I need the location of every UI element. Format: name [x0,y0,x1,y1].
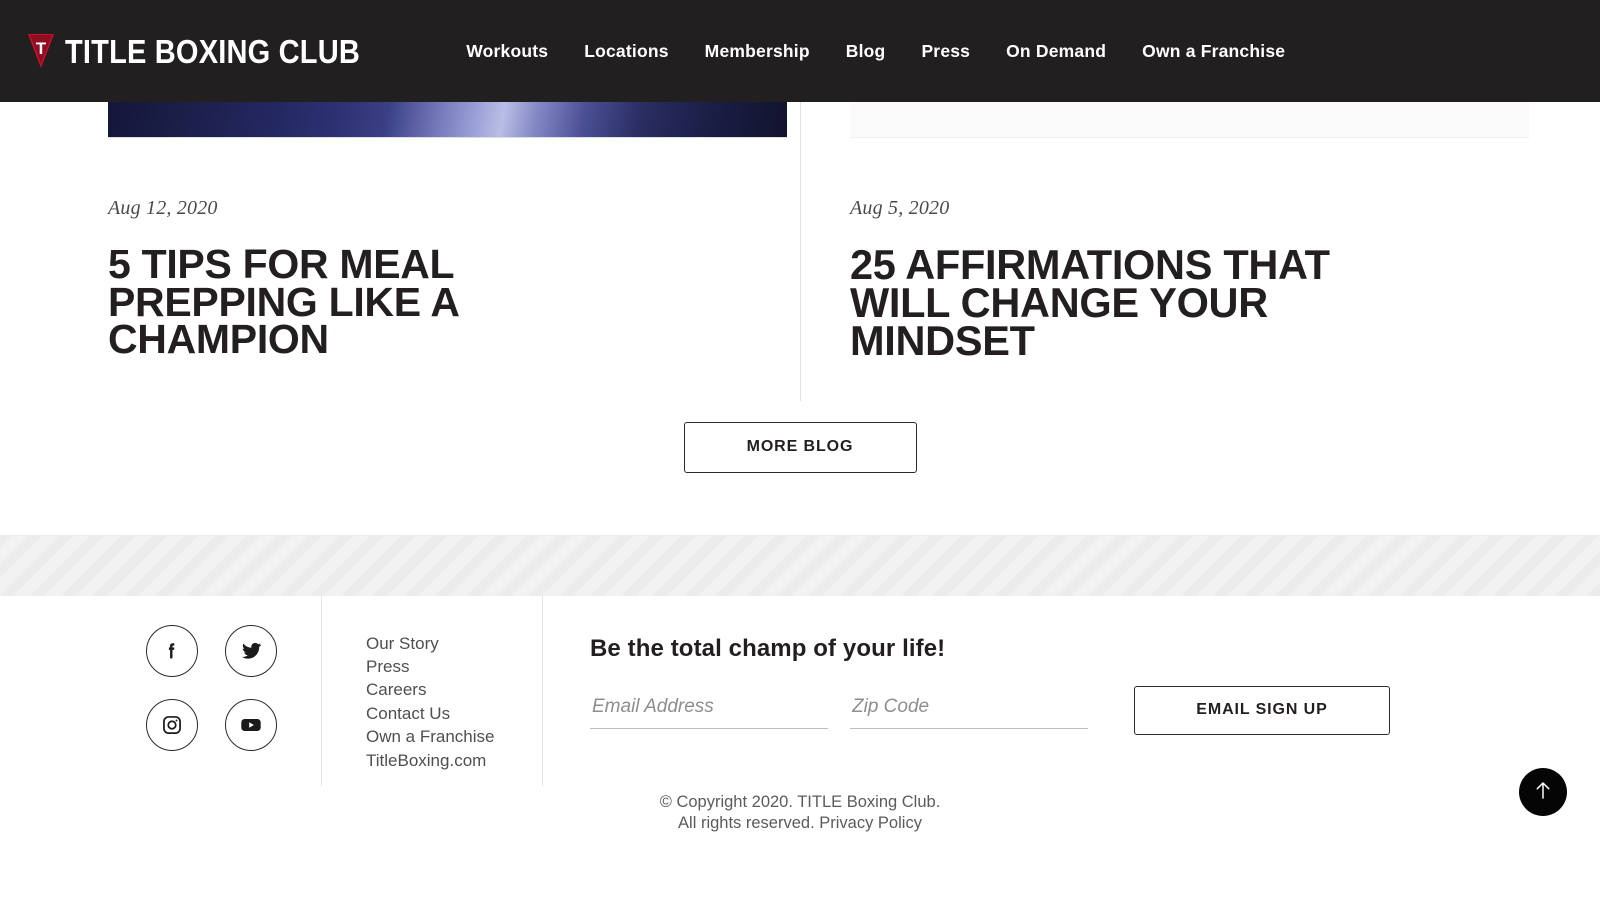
arrow-up-icon [1534,780,1552,803]
social-link-youtube[interactable] [225,698,277,751]
copyright-block: © Copyright 2020. TITLE Boxing Club. All… [0,786,1600,834]
blog-post-card[interactable]: Aug 5, 2020 25 Affirmations That Will Ch… [800,102,1529,401]
copyright-line-1: © Copyright 2020. TITLE Boxing Club. [659,792,941,811]
blog-post-date: Aug 5, 2020 [850,197,950,219]
footer-divider-left [321,595,322,786]
signup-form: EMAIL SIGN UP [590,685,1600,735]
nav-item-membership[interactable]: Membership [687,31,828,72]
footer-link-own-a-franchise[interactable]: Own a Franchise [366,725,542,748]
nav-item-workouts[interactable]: Workouts [448,31,566,72]
nav-item-on-demand[interactable]: On Demand [988,31,1124,72]
site-footer: Our Story Press Careers Contact Us Own a… [0,595,1600,834]
email-signup-button[interactable]: EMAIL SIGN UP [1134,685,1390,735]
diagonal-stripe-divider [0,534,1600,596]
social-row-bottom [146,698,321,751]
footer-link-titleboxing-com[interactable]: TitleBoxing.com [366,749,542,772]
site-header: T TITLE BOXING CLUB Workouts Locations M… [0,0,1600,102]
brand-logo-link[interactable]: T TITLE BOXING CLUB [28,34,400,68]
brand-mark-letter: T [35,39,47,58]
privacy-policy-link[interactable]: Privacy Policy [819,814,922,832]
nav-item-own-a-franchise[interactable]: Own a Franchise [1124,31,1303,72]
back-to-top-button[interactable] [1519,767,1567,816]
nav-item-locations[interactable]: Locations [566,31,686,72]
footer-signup-column: Be the total champ of your life! EMAIL S… [542,613,1600,735]
email-input[interactable] [590,691,828,729]
blog-post-card[interactable]: Aug 12, 2020 5 Tips for Meal Prepping Li… [108,102,800,361]
brand-name: TITLE BOXING CLUB [65,32,361,70]
nav-item-blog[interactable]: Blog [828,31,904,72]
footer-link-press[interactable]: Press [366,655,542,678]
blog-post-title[interactable]: 5 Tips for Meal Prepping Like a Champion [108,243,628,359]
more-blog-button-container: MORE BLOG [0,421,1600,473]
footer-link-careers[interactable]: Careers [366,678,542,701]
blog-section: Aug 12, 2020 5 Tips for Meal Prepping Li… [0,102,1600,473]
footer-links-column: Our Story Press Careers Contact Us Own a… [321,613,542,772]
title-triangle-logo-icon: T [28,34,54,68]
blog-post-date: Aug 12, 2020 [108,197,218,219]
blog-post-thumbnail[interactable] [850,102,1529,138]
social-row-top [146,624,321,677]
footer-social-column [0,613,321,773]
social-link-facebook[interactable] [146,624,198,677]
facebook-icon [161,640,183,662]
copyright-line-2: All rights reserved. Privacy Policy [0,813,1600,834]
footer-divider-right [542,595,543,786]
social-link-twitter[interactable] [225,624,277,677]
more-blog-button[interactable]: MORE BLOG [683,421,917,473]
zip-code-input[interactable] [850,691,1088,729]
instagram-icon [161,714,183,736]
main-navigation: Workouts Locations Membership Blog Press… [448,31,1303,72]
twitter-icon [240,639,263,662]
nav-item-press[interactable]: Press [903,31,988,72]
blog-post-thumbnail[interactable] [108,102,787,138]
footer-link-contact-us[interactable]: Contact Us [366,702,542,725]
youtube-icon [239,713,263,737]
footer-link-our-story[interactable]: Our Story [366,632,542,655]
blog-post-title[interactable]: 25 Affirmations That Will Change Your Mi… [850,244,1330,362]
signup-heading: Be the total champ of your life! [590,634,946,662]
rights-reserved-text: All rights reserved. [678,813,820,832]
footer-main: Our Story Press Careers Contact Us Own a… [0,595,1600,786]
social-link-instagram[interactable] [146,698,198,751]
blog-post-grid: Aug 12, 2020 5 Tips for Meal Prepping Li… [108,102,1529,401]
